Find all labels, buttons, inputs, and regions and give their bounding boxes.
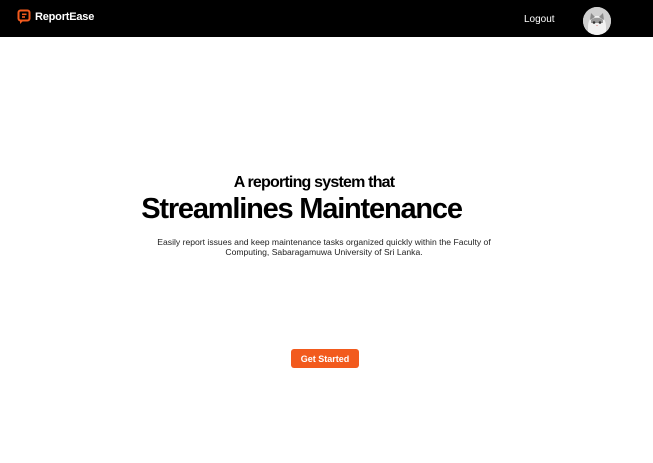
get-started-button[interactable]: Get Started (291, 349, 359, 368)
hero-description: Easily report issues and keep maintenanc… (157, 237, 491, 257)
hero-subtitle: A reporting system that (233, 174, 395, 191)
top-navbar: ReportEase Logout (0, 0, 653, 37)
hero-title: Streamlines Maintenance (141, 193, 463, 225)
user-avatar[interactable] (583, 7, 611, 35)
report-bubble-icon (16, 9, 32, 25)
cat-avatar-icon (583, 7, 611, 35)
brand-link[interactable]: ReportEase (16, 9, 94, 25)
logout-link[interactable]: Logout (524, 14, 555, 25)
brand-name: ReportEase (35, 11, 95, 23)
page: ReportEase Logout A reporting system tha… (0, 0, 653, 463)
